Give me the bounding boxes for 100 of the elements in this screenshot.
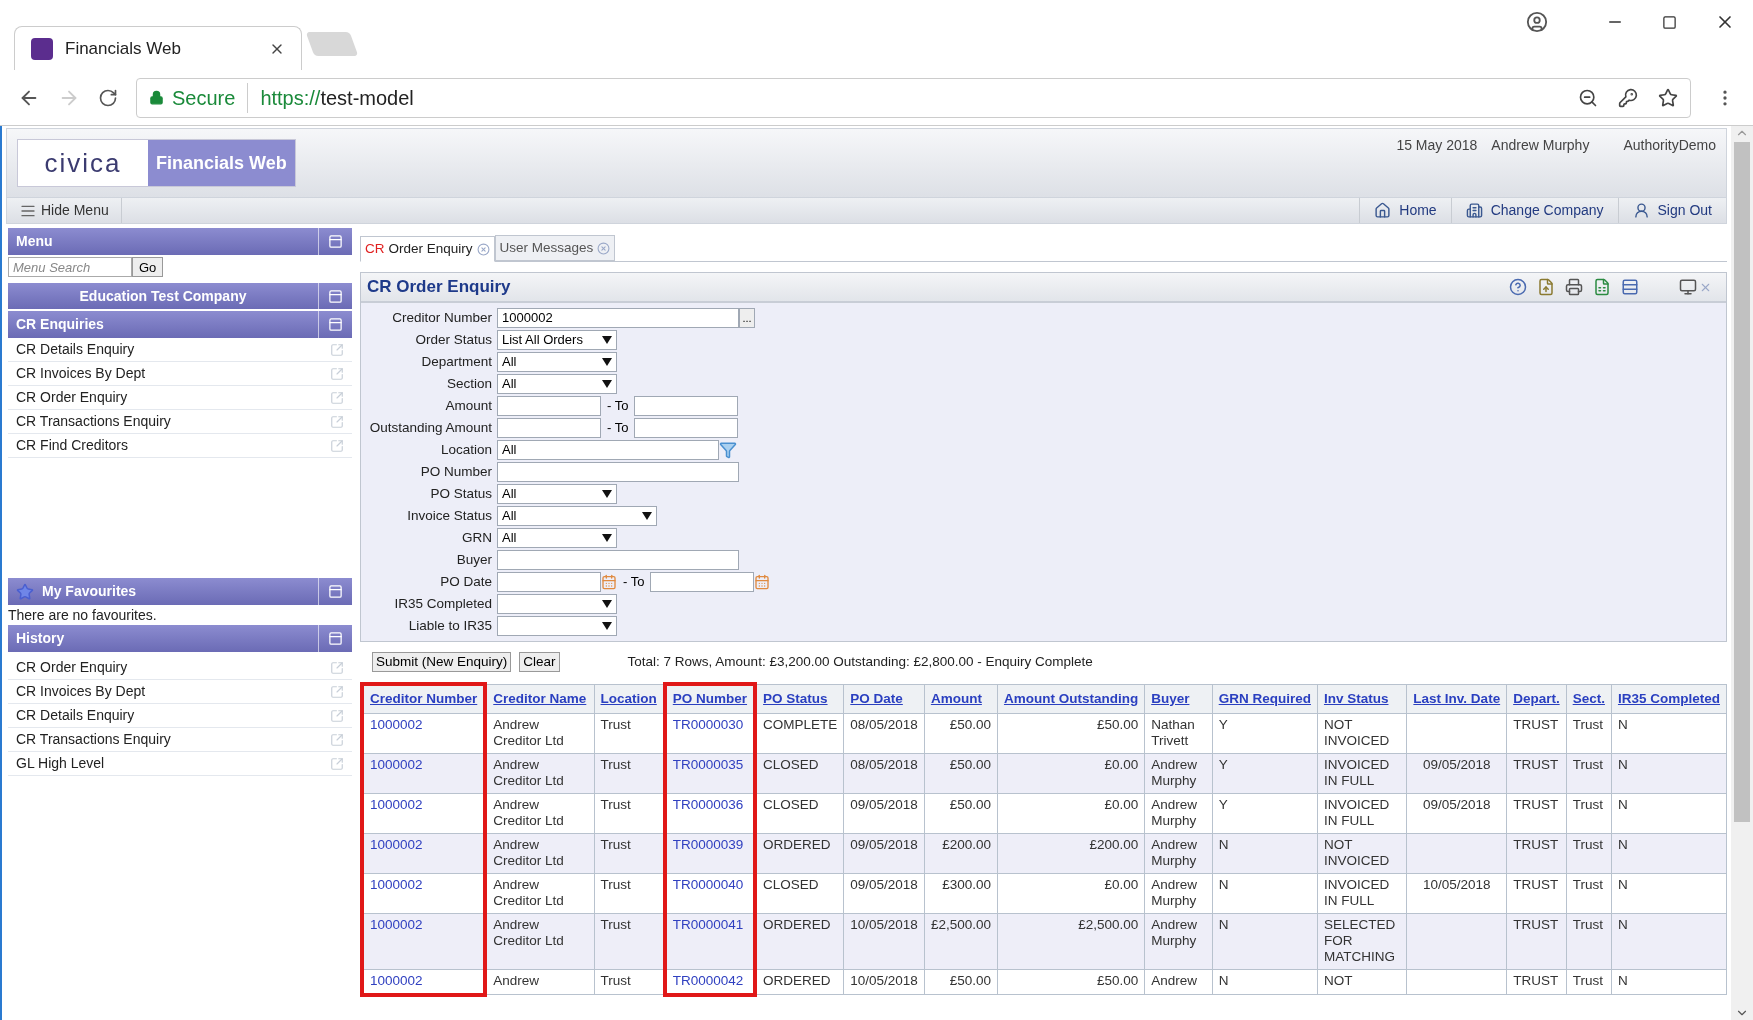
table-cell: NOT xyxy=(1323,972,1353,989)
input-field[interactable] xyxy=(497,396,601,416)
spreadsheet-icon[interactable] xyxy=(1593,278,1611,296)
table-cell: 10/05/2018 xyxy=(850,972,918,989)
go-button[interactable]: Go xyxy=(132,257,164,277)
menu-search-field[interactable]: Menu Search xyxy=(8,257,132,277)
column-header[interactable]: Creditor Name xyxy=(485,684,595,714)
input-field[interactable] xyxy=(497,550,739,570)
menu-item[interactable]: CR Order Enquiry xyxy=(8,656,352,680)
hide-menu-button[interactable]: Hide Menu xyxy=(7,198,122,223)
table-cell: 09/05/2018 xyxy=(1422,796,1491,813)
maximize-icon[interactable] xyxy=(1662,14,1677,30)
menu-item[interactable]: CR Transactions Enquiry xyxy=(8,728,352,752)
input-field[interactable] xyxy=(650,572,755,592)
star-icon xyxy=(16,582,34,601)
column-header[interactable]: Last Inv. Date xyxy=(1406,684,1507,714)
help-icon[interactable] xyxy=(1509,278,1527,296)
browser-tab[interactable]: Financials Web xyxy=(14,26,302,70)
window-icon[interactable] xyxy=(1679,278,1697,296)
column-header[interactable]: Inv Status xyxy=(1317,684,1407,714)
column-header[interactable]: PO Status xyxy=(755,684,844,714)
table-link[interactable]: 1000002 xyxy=(370,796,423,812)
menu-item[interactable]: CR Find Creditors xyxy=(8,434,352,458)
dropdown[interactable]: All xyxy=(497,506,657,526)
dropdown[interactable]: All xyxy=(497,374,617,394)
dropdown[interactable] xyxy=(497,616,617,636)
table-cell: N xyxy=(1218,916,1229,933)
table-link[interactable]: 1000002 xyxy=(370,836,423,852)
export-icon[interactable] xyxy=(1537,278,1555,296)
table-link[interactable]: 1000002 xyxy=(370,716,423,732)
menu-item[interactable]: CR Details Enquiry xyxy=(8,338,352,362)
input-field[interactable] xyxy=(497,418,601,438)
input-field[interactable] xyxy=(497,462,739,482)
action-button[interactable]: Submit (New Enquiry) xyxy=(372,652,512,673)
table-link[interactable]: 1000002 xyxy=(370,916,423,932)
field-label: Amount xyxy=(444,396,493,415)
input-field[interactable] xyxy=(634,418,739,438)
table-cell: Trust xyxy=(600,756,631,773)
layout-icon[interactable] xyxy=(1621,278,1639,296)
calendar-icon[interactable] xyxy=(754,574,771,590)
table-cell: Trust xyxy=(600,836,631,853)
input-field[interactable] xyxy=(634,396,739,416)
table-cell: £0.00 xyxy=(1104,876,1139,893)
column-header[interactable]: PO Number xyxy=(664,684,756,714)
filter-icon[interactable] xyxy=(719,441,737,459)
empty-message: There are no favourites. xyxy=(8,606,158,625)
column-header[interactable]: Depart. xyxy=(1506,684,1567,714)
column-header[interactable]: Sect. xyxy=(1566,684,1612,714)
lock-icon xyxy=(149,90,164,105)
tab[interactable]: User Messages xyxy=(494,235,616,261)
menu-item[interactable]: CR Details Enquiry xyxy=(8,704,352,728)
toolbar-link[interactable]: Home xyxy=(1359,198,1451,223)
menu-item[interactable]: GL High Level xyxy=(8,752,352,776)
table-cell-text: Andrew Murphy xyxy=(1151,836,1198,869)
column-header[interactable]: Amount Outstanding xyxy=(997,684,1145,714)
column-header[interactable]: Location xyxy=(594,684,665,714)
table-cell: Trust xyxy=(1572,972,1603,989)
dropdown[interactable] xyxy=(497,594,617,614)
address-bar[interactable]: Secure https://test-model xyxy=(136,77,1691,118)
menu-item[interactable]: CR Order Enquiry xyxy=(8,386,352,410)
field-label: Section xyxy=(445,374,493,393)
dropdown[interactable]: List All Orders xyxy=(497,330,617,350)
profile-icon[interactable] xyxy=(1526,11,1548,33)
input-field[interactable]: 1000002 xyxy=(497,308,739,328)
panel-title: My Favourites xyxy=(41,582,138,601)
menu-item[interactable]: CR Transactions Enquiry xyxy=(8,410,352,434)
column-header[interactable]: Amount xyxy=(924,684,998,714)
column-header[interactable]: GRN Required xyxy=(1212,684,1318,714)
field-label: PO Number xyxy=(419,462,493,481)
menu-item[interactable]: CR Invoices By Dept xyxy=(8,680,352,704)
menu-item[interactable]: CR Invoices By Dept xyxy=(8,362,352,386)
action-button[interactable]: Clear xyxy=(519,652,560,673)
table-cell: £50.00 xyxy=(949,756,991,773)
bookmark-icon[interactable] xyxy=(1658,87,1678,108)
column-header[interactable]: Creditor Number xyxy=(362,684,486,714)
reload-icon[interactable] xyxy=(98,87,118,108)
table-cell-text: SELECTED FOR MATCHING xyxy=(1323,916,1397,965)
column-header[interactable]: PO Date xyxy=(843,684,925,714)
input-field[interactable] xyxy=(497,572,601,592)
scrollbar[interactable] xyxy=(1731,126,1753,1020)
table-link[interactable]: 1000002 xyxy=(370,876,423,892)
dropdown[interactable]: All xyxy=(497,528,617,548)
toolbar-link[interactable]: Change Company xyxy=(1450,198,1618,223)
table-link[interactable]: 1000002 xyxy=(370,756,423,772)
column-header[interactable]: IR35 Completed xyxy=(1611,684,1727,714)
table-cell: N xyxy=(1617,756,1628,773)
column-header[interactable]: Buyer xyxy=(1144,684,1213,714)
toolbar-link[interactable]: Sign Out xyxy=(1617,198,1726,223)
key-icon[interactable] xyxy=(1618,87,1638,108)
calendar-icon[interactable] xyxy=(601,574,617,590)
field-label: Creditor Number xyxy=(391,308,493,327)
zoom-out-icon[interactable] xyxy=(1578,87,1598,108)
table-cell: N xyxy=(1218,972,1229,989)
print-icon[interactable] xyxy=(1565,278,1583,296)
input-field[interactable]: All xyxy=(497,440,719,460)
dropdown[interactable]: All xyxy=(497,484,617,504)
lookup-button[interactable]: ... xyxy=(739,308,755,328)
dropdown[interactable]: All xyxy=(497,352,617,372)
caret-icon xyxy=(642,512,652,520)
tab[interactable]: CR Order Enquiry xyxy=(360,236,495,262)
